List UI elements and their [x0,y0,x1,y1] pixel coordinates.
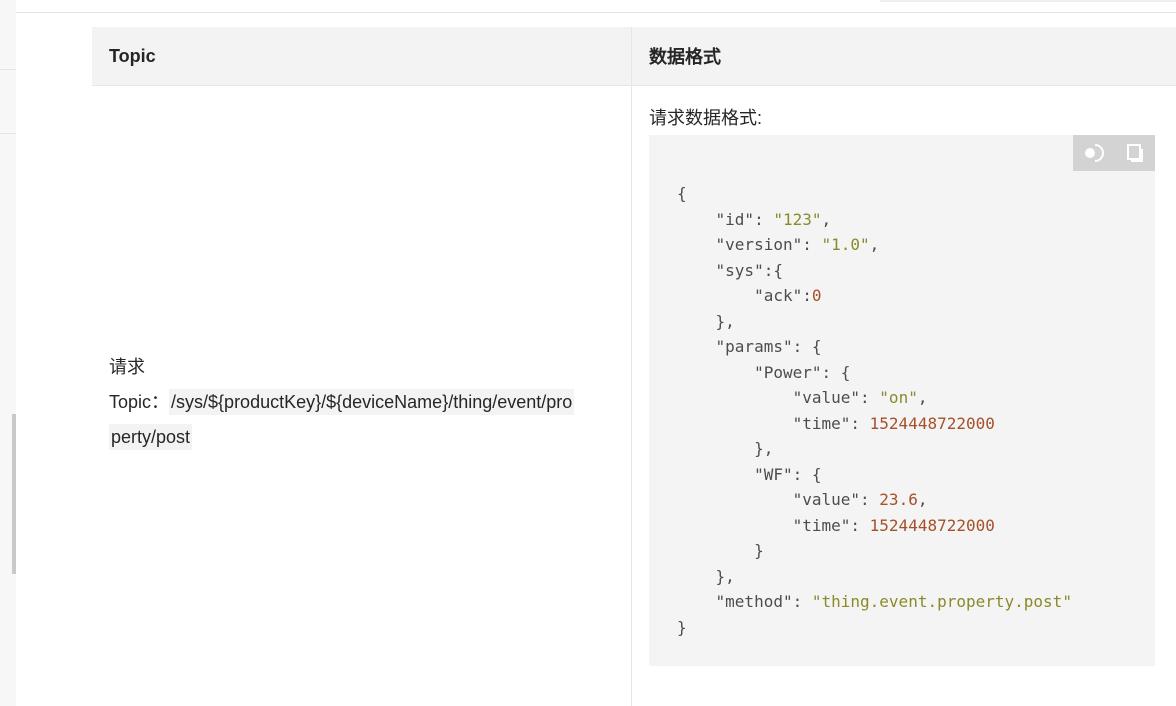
request-label: 请求 [109,357,145,377]
gutter-divider [0,69,16,70]
copy-icon[interactable] [1122,140,1148,166]
scrollbar-thumb[interactable] [12,414,16,574]
topic-path-part1: /sys/${productKey}/${deviceName}/thing/e… [169,389,575,415]
topic-line: Topic：/sys/${productKey}/${deviceName}/t… [109,385,609,420]
topic-table: Topic 数据格式 请求 Topic：/sys/${productKey}/$… [92,27,1176,706]
doc-page: Topic 数据格式 请求 Topic：/sys/${productKey}/$… [0,0,1176,706]
header-topic: Topic [92,27,631,86]
column-divider [631,86,632,706]
code-toolbar [1073,135,1155,171]
header-format: 数据格式 [631,27,1176,86]
topic-line-cont: perty/post [109,420,609,455]
left-gutter [0,0,16,706]
topic-prefix: Topic： [109,392,170,412]
json-code: { "id": "123", "version": "1.0", "sys":{… [677,184,1072,637]
theme-toggle-icon[interactable] [1081,140,1107,166]
format-label: 请求数据格式: [649,108,763,128]
top-divider [16,12,1176,13]
code-block: { "id": "123", "version": "1.0", "sys":{… [649,135,1155,666]
top-right-edge [880,0,1176,2]
topic-path-part2: perty/post [109,424,193,450]
topic-cell: 请求 Topic：/sys/${productKey}/${deviceName… [109,350,609,455]
gutter-divider [0,133,16,134]
